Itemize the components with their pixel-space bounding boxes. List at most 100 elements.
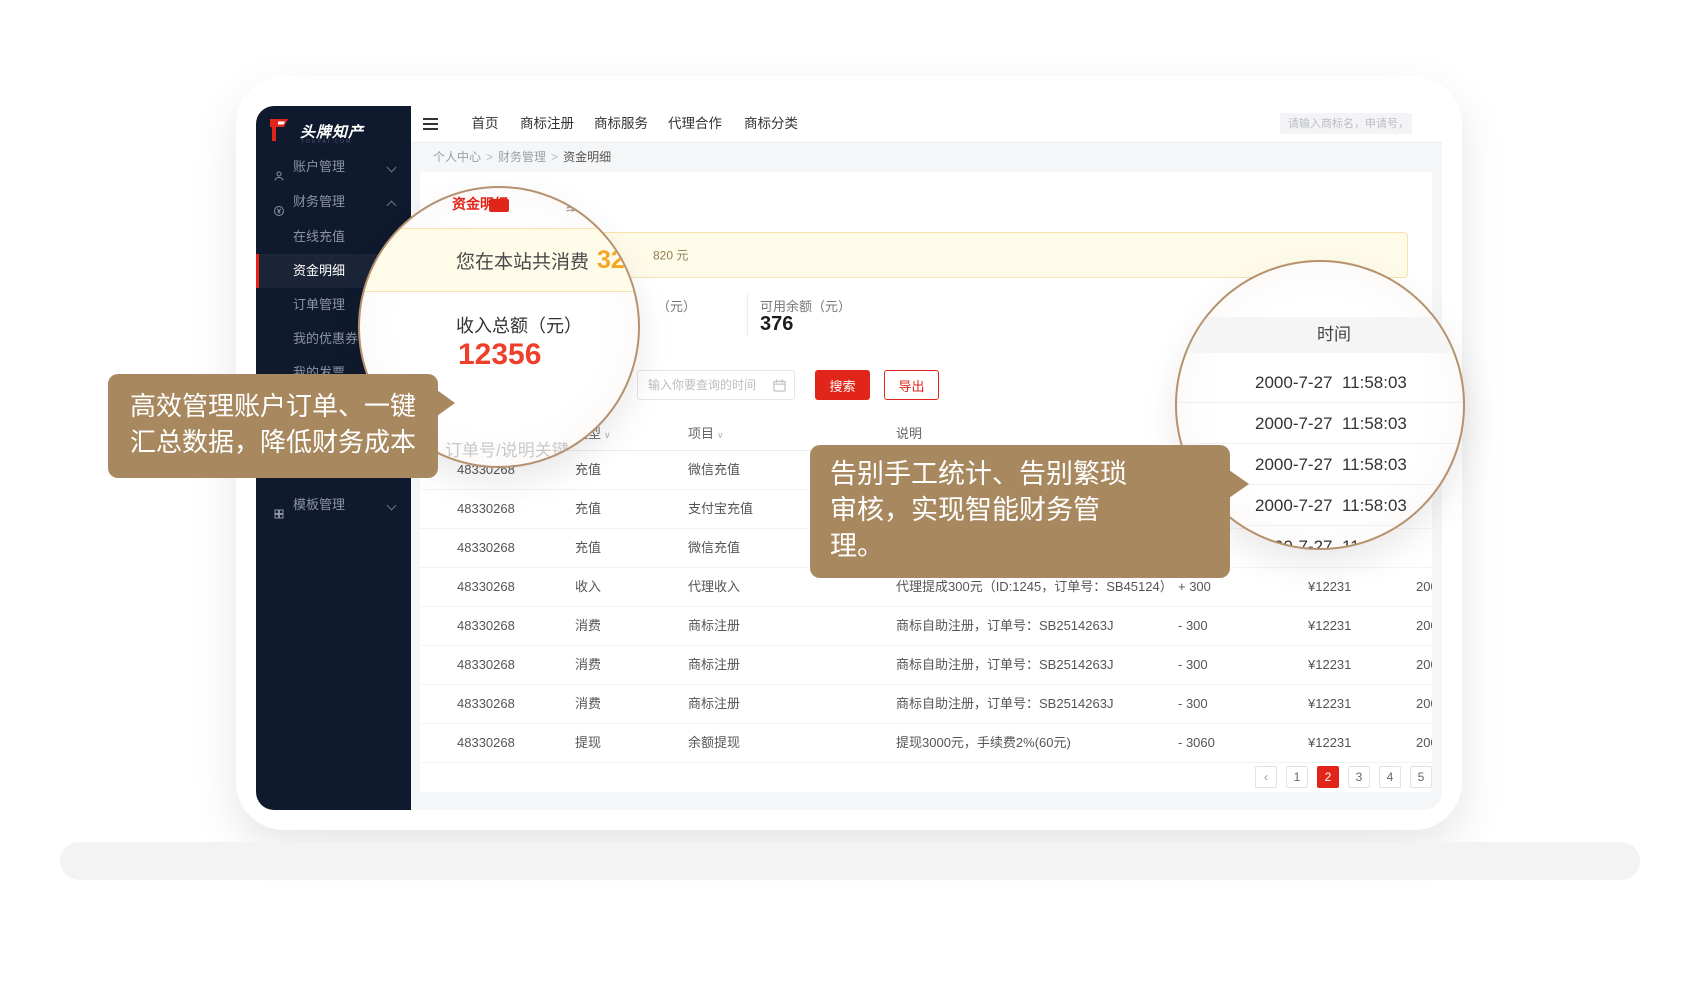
table-row: 48330268提现余额提现提现3000元，手续费2%(60元)- 3060¥1… [420,723,1432,763]
stats-divider [747,293,748,337]
cell-order: 48330268 [457,684,515,723]
cell-balance: ¥12231 [1308,567,1351,606]
cell-desc: 商标自助注册，订单号：SB2514263J [896,606,1113,645]
tooltip-left-line: 汇总数据，降低财务成本 [130,424,438,460]
keyword-input-ghost: 订单号/说明关键 [445,436,569,461]
cell-desc: 商标自助注册，订单号：SB2514263J [896,645,1113,684]
cell-order: 48330268 [457,645,515,684]
cell-amount: - 300 [1178,645,1208,684]
cell-amount: - 3060 [1178,723,1215,762]
active-indicator-bar [256,254,259,288]
sidebar-item-0[interactable]: 账户管理 [256,150,411,184]
cell-type: 充值 [575,450,601,489]
cell-type: 消费 [575,684,601,723]
finance-icon [273,196,285,208]
user-icon [273,161,285,173]
breadcrumb-separator: > [486,150,493,164]
cell-project: 微信充值 [688,450,740,489]
banner-prefix: 您在本站共消费 [456,252,589,273]
table-row: 48330268消费商标注册商标自助注册，订单号：SB2514263J- 300… [420,645,1432,685]
cell-time-clipped: 2000-7-27 [1416,606,1432,645]
nav-item-3[interactable]: 代理合作 [668,106,722,142]
tooltip-right: 告别手工统计、告别繁琐 审核，实现智能财务管 理。 [810,445,1230,578]
sidebar-item-label: 在线充值 [293,220,345,254]
nav-item-1[interactable]: 商标注册 [520,106,574,142]
search-input[interactable] [1280,113,1412,134]
table-row: 48330268消费商标注册商标自助注册，订单号：SB2514263J- 300… [420,684,1432,724]
pagination-page-3[interactable]: 3 [1348,766,1370,788]
income-stat-label: 收入总额（元） [456,312,582,338]
sidebar-item-1[interactable]: 财务管理 [256,185,411,219]
sidebar-item-label: 模板管理 [293,488,345,522]
tab-fragment: 细 [566,196,579,215]
cell-time-clipped: 2000-7-27 [1416,645,1432,684]
cell-time-clipped: 2000-7-27 [1416,684,1432,723]
pagination-page-5[interactable]: 5 [1410,766,1432,788]
sidebar-item-7[interactable]: 模板管理 [256,488,411,522]
pagination-page-2[interactable]: 2 [1317,766,1339,788]
sort-caret-icon[interactable]: ∨ [717,430,724,440]
cell-time-clipped: 2000-7-27 [1416,723,1432,762]
time-header-label: 时间 [1317,325,1351,344]
cell-project: 商标注册 [688,684,740,723]
breadcrumb-item-home[interactable]: 个人中心 [433,150,481,164]
export-button[interactable]: 导出 [884,370,939,400]
breadcrumb-item-finance[interactable]: 财务管理 [498,150,546,164]
pagination-prev-button[interactable]: ‹ [1255,766,1277,788]
cell-order: 48330268 [457,723,515,762]
cell-order: 48330268 [457,489,515,528]
cell-balance: ¥12231 [1308,723,1351,762]
cell-amount: - 300 [1178,606,1208,645]
income-stat-value: 12356 [458,338,541,372]
nav-item-2[interactable]: 商标服务 [594,106,648,142]
cell-balance: ¥12231 [1308,645,1351,684]
tooltip-left-line: 高效管理账户订单、一键 [130,388,438,424]
tooltip-right-line: 审核，实现智能财务管 [830,492,1230,528]
cell-project: 微信充值 [688,528,740,567]
column-header-label: 项目 [688,426,714,441]
balance-stat-value: 376 [760,313,793,336]
tooltip-right-arrow [1229,470,1249,498]
sidebar-item-label: 财务管理 [293,185,345,219]
banner-amount: 32124 [597,246,640,274]
cell-project: 代理收入 [688,567,740,606]
search-button[interactable]: 搜索 [815,370,870,400]
cell-time-clipped: 2000-7-27 [1416,567,1432,606]
cell-type: 消费 [575,606,601,645]
sidebar-item-label: 资金明细 [293,254,345,288]
calendar-icon[interactable] [773,379,786,397]
nav-item-0[interactable]: 首页 [472,106,499,142]
sort-caret-icon[interactable]: ∨ [604,430,611,440]
cell-order: 48330268 [457,528,515,567]
top-navbar: 首页商标注册商标服务代理合作商标分类 [411,106,1442,143]
pagination-page-1[interactable]: 1 [1286,766,1308,788]
chevron-down-icon [387,501,397,511]
magnified-banner: 您在本站共消费 32124 [360,228,638,292]
breadcrumb-item-current: 资金明细 [563,150,611,164]
laptop-base [60,842,1640,880]
tab-badge [489,199,509,212]
magnified-time-row: 2000-7-27 11:58:03 [1177,403,1463,444]
cell-type: 收入 [575,567,601,606]
sidebar-item-label: 账户管理 [293,150,345,184]
nav-item-4[interactable]: 商标分类 [744,106,798,142]
banner-suffix: 820 元 [653,247,688,264]
cell-type: 充值 [575,489,601,528]
cell-balance: ¥12231 [1308,606,1351,645]
cell-balance: ¥12231 [1308,684,1351,723]
date-input[interactable] [638,371,788,399]
sidebar-item-label: 我的优惠券 [293,322,358,356]
sidebar-item-label: 订单管理 [293,288,345,322]
pagination-page-4[interactable]: 4 [1379,766,1401,788]
logo[interactable]: 头牌知产 TOUPAI.COM [266,114,406,148]
time-column-header: 时间 [1177,317,1463,353]
logo-subtitle: TOUPAI.COM [301,139,352,145]
template-icon [273,499,285,511]
date-filter [637,370,795,400]
tooltip-left: 高效管理账户订单、一键 汇总数据，降低财务成本 [108,374,438,478]
tooltip-left-arrow [437,390,455,416]
column-header-1[interactable]: 项目∨ [688,418,724,451]
chevron-down-icon [387,163,397,173]
hamburger-icon[interactable] [423,118,438,130]
cell-desc: 商标自助注册，订单号：SB2514263J [896,684,1113,723]
